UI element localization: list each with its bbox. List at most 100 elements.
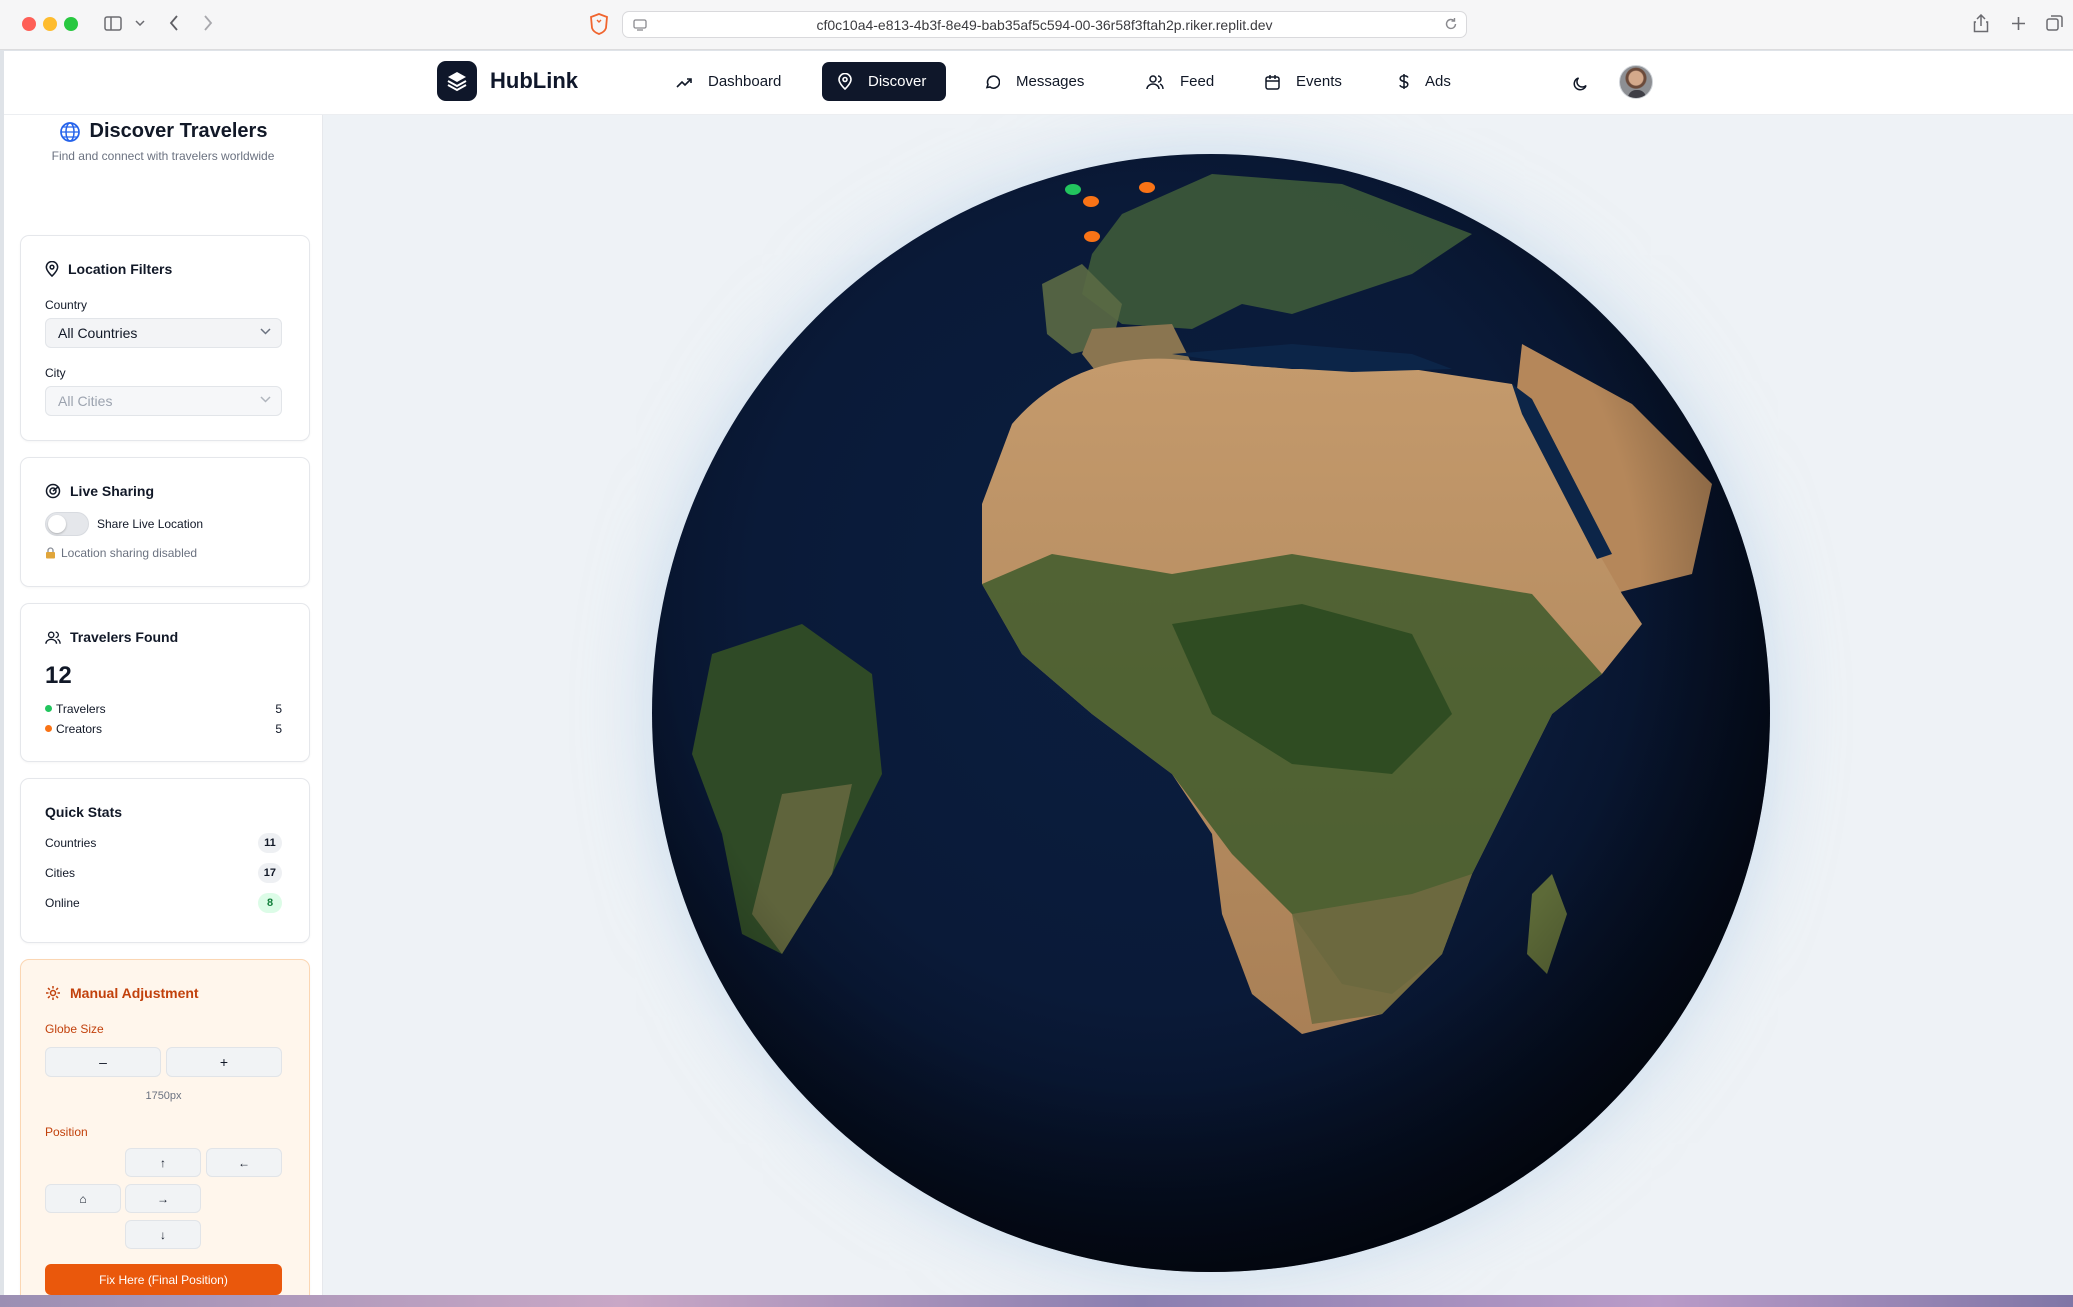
travelers-row-label: Travelers <box>56 702 106 716</box>
travelers-found-card: Travelers Found 12 Travelers 5 Creators … <box>20 603 310 762</box>
moon-icon <box>1573 76 1587 90</box>
location-filters-title: Location Filters <box>68 261 173 277</box>
nav-feed-label: Feed <box>1180 73 1215 90</box>
nav-discover-label: Discover <box>868 73 927 90</box>
stat-row-online: Online 8 <box>45 893 282 913</box>
nav-discover[interactable]: Discover <box>822 62 946 101</box>
share-location-toggle[interactable] <box>45 512 89 536</box>
globe-viewport[interactable] <box>323 115 2073 1295</box>
stat-cities-label: Cities <box>45 866 76 880</box>
chevron-down-icon[interactable] <box>132 10 148 36</box>
new-tab-icon[interactable] <box>2007 10 2029 36</box>
travelers-row: Travelers 5 <box>45 702 282 716</box>
brave-shield-icon[interactable] <box>588 12 610 41</box>
globe-size-label: Globe Size <box>45 1022 104 1036</box>
creator-marker[interactable] <box>1083 196 1099 208</box>
map-pin-icon <box>45 261 59 277</box>
stat-countries-badge: 11 <box>258 833 282 853</box>
city-label: City <box>45 366 66 380</box>
live-sharing-title: Live Sharing <box>70 483 155 499</box>
brand-name: HubLink <box>490 68 578 93</box>
page-subtitle: Find and connect with travelers worldwid… <box>51 149 275 163</box>
move-right-button[interactable]: → <box>125 1184 201 1213</box>
stat-online-badge: 8 <box>258 893 282 913</box>
page-title: Discover Travelers <box>89 120 268 142</box>
user-avatar[interactable] <box>1619 65 1653 99</box>
map-pin-icon <box>838 73 852 90</box>
country-select[interactable]: All Countries <box>45 318 282 348</box>
move-down-button[interactable]: ↓ <box>125 1220 201 1249</box>
sidebar-toggle-icon[interactable] <box>100 10 126 36</box>
globe-size-value: 1750px <box>145 1090 182 1102</box>
quick-stats-title: Quick Stats <box>45 804 123 820</box>
dollar-icon <box>1399 74 1409 89</box>
nav-feed[interactable]: Feed <box>1130 62 1230 101</box>
desktop-dock-strip <box>0 1295 2073 1307</box>
stat-row-countries: Countries 11 <box>45 833 282 853</box>
city-select[interactable]: All Cities <box>45 386 282 416</box>
travelers-count: 12 <box>45 662 72 689</box>
chevron-down-icon <box>260 328 271 335</box>
globe-size-decrease-button[interactable]: – <box>45 1047 161 1077</box>
browser-toolbar: cf0c10a4-e813-4b3f-8e49-bab35af5c594-00-… <box>0 0 2073 50</box>
move-up-button[interactable]: ↑ <box>125 1148 201 1177</box>
nav-ads[interactable]: Ads <box>1383 62 1467 101</box>
radar-icon <box>45 483 61 499</box>
country-label: Country <box>45 298 88 312</box>
location-sharing-status: Location sharing disabled <box>61 546 198 560</box>
address-bar[interactable]: cf0c10a4-e813-4b3f-8e49-bab35af5c594-00-… <box>622 11 1467 38</box>
brand[interactable]: HubLink <box>437 61 578 101</box>
close-window-button[interactable] <box>22 17 36 31</box>
zoom-window-button[interactable] <box>64 17 78 31</box>
nav-dashboard[interactable]: Dashboard <box>660 62 797 101</box>
location-filters-card: Location Filters Country All Countries C… <box>20 235 310 441</box>
users-icon <box>45 631 61 644</box>
trending-up-icon <box>676 77 692 88</box>
tab-overview-icon[interactable] <box>2043 10 2065 36</box>
globe-icon <box>59 121 80 142</box>
share-location-label: Share Live Location <box>97 517 204 531</box>
city-select-value: All Cities <box>58 393 113 409</box>
move-left-button[interactable]: ← <box>206 1148 282 1177</box>
stat-countries-label: Countries <box>45 836 97 850</box>
back-icon[interactable] <box>164 10 184 36</box>
traveler-dot <box>45 705 52 712</box>
nav-dashboard-label: Dashboard <box>708 73 782 90</box>
travelers-row-value: 5 <box>275 702 282 716</box>
nav-messages-label: Messages <box>1016 73 1085 90</box>
minimize-window-button[interactable] <box>43 17 57 31</box>
site-settings-icon[interactable] <box>633 18 647 35</box>
position-label: Position <box>45 1125 88 1139</box>
chevron-down-icon <box>260 396 271 403</box>
creator-dot <box>45 725 52 732</box>
manual-adjustment-title: Manual Adjustment <box>70 985 199 1001</box>
manual-adjustment-card: Manual Adjustment Globe Size – + 1750px … <box>20 959 310 1307</box>
url-text: cf0c10a4-e813-4b3f-8e49-bab35af5c594-00-… <box>816 16 1273 33</box>
message-circle-icon <box>985 74 1000 89</box>
stat-cities-badge: 17 <box>257 863 282 883</box>
creator-marker[interactable] <box>1139 182 1155 194</box>
stat-online-label: Online <box>45 896 80 910</box>
creators-row-value: 5 <box>275 722 282 736</box>
quick-stats-card: Quick Stats Countries 11 Cities 17 Onlin… <box>20 778 310 943</box>
gear-icon <box>46 986 60 1000</box>
layers-logo-icon <box>437 61 477 101</box>
forward-icon[interactable] <box>198 10 218 36</box>
reset-position-button[interactable]: ⌂ <box>45 1184 121 1213</box>
creator-marker[interactable] <box>1084 231 1100 243</box>
app-window: HubLink Dashboard Discover Messages Feed… <box>4 51 2073 1307</box>
travelers-found-title: Travelers Found <box>70 629 179 645</box>
globe[interactable] <box>652 154 1770 1272</box>
theme-toggle-button[interactable] <box>1567 70 1593 96</box>
nav-events[interactable]: Events <box>1249 62 1358 101</box>
share-icon[interactable] <box>1970 10 1992 36</box>
globe-size-increase-button[interactable]: + <box>166 1047 282 1077</box>
users-icon <box>1146 74 1164 89</box>
reload-icon[interactable] <box>1444 17 1458 34</box>
top-navbar: HubLink Dashboard Discover Messages Feed… <box>4 51 2073 115</box>
nav-messages[interactable]: Messages <box>968 62 1100 101</box>
fix-position-button[interactable]: Fix Here (Final Position) <box>45 1264 282 1295</box>
calendar-icon <box>1265 74 1280 90</box>
traveler-marker[interactable] <box>1065 184 1081 196</box>
nav-ads-label: Ads <box>1425 73 1451 90</box>
